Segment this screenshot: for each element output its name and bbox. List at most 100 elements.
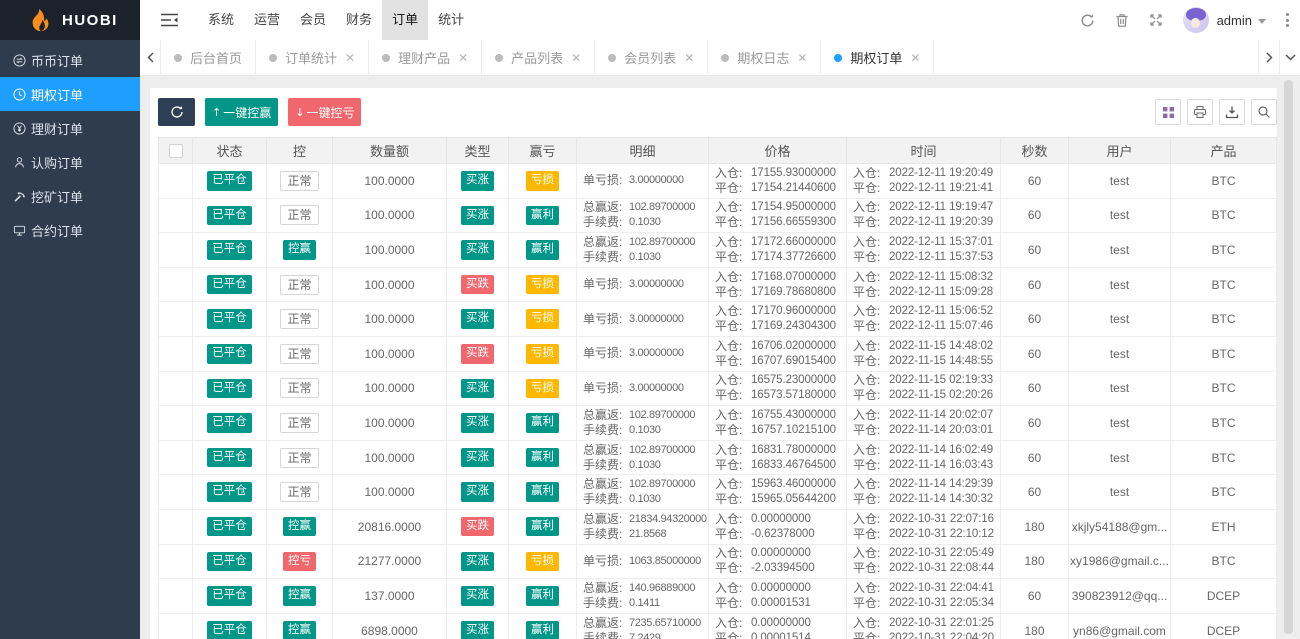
status-badge[interactable]: 已平仓 (207, 447, 252, 468)
tab-6[interactable]: 期权订单 ✕ (821, 40, 935, 75)
col-header-1: 状态 (192, 137, 267, 164)
row-select-cell[interactable] (158, 301, 193, 337)
search-icon[interactable] (1251, 99, 1277, 125)
status-badge[interactable]: 已平仓 (207, 344, 252, 364)
columns-filter-icon[interactable] (1155, 99, 1181, 125)
row-select-cell[interactable] (158, 578, 193, 614)
detail-cell: 总赢返: 102.89700000 手续费: 0.1030 (576, 197, 709, 234)
ctrl-badge[interactable]: 正常 (280, 447, 319, 468)
status-badge[interactable]: 已平仓 (207, 274, 252, 295)
tab-5[interactable]: 期权日志 ✕ (708, 40, 822, 75)
row-select-cell[interactable] (158, 197, 193, 234)
export-icon[interactable] (1219, 99, 1245, 125)
ctrl-badge[interactable]: 控赢 (283, 586, 316, 606)
nav-item-0[interactable]: 系统 (198, 0, 244, 40)
row-select-cell[interactable] (158, 335, 193, 372)
detail-label: 总赢返: (583, 234, 623, 249)
force-win-all-button[interactable]: ↑ 一键控赢 (205, 98, 279, 126)
nav-item-2[interactable]: 会员 (290, 0, 336, 40)
ctrl-badge[interactable]: 正常 (280, 205, 319, 226)
ctrl-cell: 正常 (266, 163, 333, 199)
nav-item-4[interactable]: 订单 (382, 0, 429, 40)
status-badge[interactable]: 已平仓 (207, 378, 252, 399)
sidebar-item-4[interactable]: 挖矿订单 (0, 179, 140, 213)
row-select-cell[interactable] (158, 163, 193, 199)
status-badge[interactable]: 已平仓 (207, 586, 252, 606)
select-all-checkbox[interactable] (168, 143, 183, 158)
page-scrollbar[interactable] (1284, 77, 1293, 639)
ctrl-badge[interactable]: 正常 (280, 412, 319, 433)
ctrl-badge[interactable]: 控亏 (283, 551, 316, 572)
fullscreen-icon[interactable] (1139, 0, 1173, 40)
result-cell: 赢利 (508, 612, 577, 639)
close-icon[interactable]: ✕ (797, 51, 807, 65)
admin-username[interactable]: admin (1217, 13, 1252, 28)
ctrl-badge[interactable]: 正常 (280, 274, 319, 295)
ctrl-badge[interactable]: 正常 (280, 482, 319, 503)
close-icon[interactable]: ✕ (910, 51, 920, 65)
tab-3[interactable]: 产品列表 ✕ (482, 40, 596, 75)
row-select-cell[interactable] (158, 474, 193, 510)
tabs-scroll-left-icon[interactable] (140, 40, 161, 75)
sidebar-item-2[interactable]: 理财订单 (0, 111, 140, 145)
nav-item-1[interactable]: 运营 (244, 0, 290, 40)
row-select-cell[interactable] (158, 439, 193, 476)
row-select-cell[interactable] (158, 232, 193, 268)
status-badge[interactable]: 已平仓 (207, 551, 252, 572)
row-select-cell[interactable] (158, 405, 193, 441)
ctrl-badge[interactable]: 控赢 (283, 516, 316, 537)
scrollbar-thumb[interactable] (1284, 80, 1293, 634)
ctrl-badge[interactable]: 控赢 (283, 240, 316, 260)
tab-2[interactable]: 理财产品 ✕ (369, 40, 483, 75)
result-badge: 赢利 (526, 413, 559, 433)
ctrl-badge[interactable]: 正常 (280, 170, 319, 191)
product-cell: BTC (1170, 335, 1277, 372)
tab-4[interactable]: 会员列表 ✕ (595, 40, 709, 75)
tab-1[interactable]: 订单统计 ✕ (256, 40, 370, 75)
status-badge[interactable]: 已平仓 (207, 620, 252, 639)
nav-item-3[interactable]: 财务 (336, 0, 382, 40)
close-icon[interactable]: ✕ (458, 51, 468, 65)
tab-0[interactable]: 后台首页 (161, 40, 257, 75)
close-icon[interactable]: ✕ (684, 51, 694, 65)
row-select-cell[interactable] (158, 266, 193, 303)
trash-icon[interactable] (1105, 0, 1139, 40)
status-badge[interactable]: 已平仓 (207, 413, 252, 433)
nav-item-5[interactable]: 统计 (428, 0, 474, 40)
row-select-cell[interactable] (158, 612, 193, 639)
status-badge[interactable]: 已平仓 (207, 205, 252, 226)
status-badge[interactable]: 已平仓 (207, 482, 252, 502)
ctrl-badge[interactable]: 正常 (280, 343, 319, 364)
refresh-table-button[interactable] (158, 98, 195, 126)
sidebar-item-5[interactable]: 合约订单 (0, 213, 140, 247)
more-menu-icon[interactable] (1274, 0, 1300, 40)
status-badge[interactable]: 已平仓 (207, 516, 252, 537)
close-icon[interactable]: ✕ (345, 51, 355, 65)
brand[interactable]: HUOBI (0, 0, 140, 40)
print-icon[interactable] (1187, 99, 1213, 125)
force-lose-all-button[interactable]: ↓ 一键控亏 (288, 98, 362, 126)
row-select-cell[interactable] (158, 370, 193, 407)
ctrl-badge[interactable]: 控赢 (283, 620, 316, 639)
exchange-icon (13, 53, 26, 67)
collapse-sidebar-icon[interactable] (140, 0, 198, 40)
row-select-cell[interactable] (158, 508, 193, 545)
avatar[interactable] (1182, 7, 1209, 33)
status-badge[interactable]: 已平仓 (207, 309, 252, 329)
ctrl-badge[interactable]: 正常 (280, 309, 319, 330)
status-badge[interactable]: 已平仓 (207, 171, 252, 191)
seconds-cell: 60 (1000, 370, 1069, 407)
status-cell: 已平仓 (192, 543, 267, 580)
refresh-icon[interactable] (1071, 0, 1105, 40)
price-cell: 入仓: 16755.43000000 平仓: 16757.10215100 (708, 405, 847, 441)
status-badge[interactable]: 已平仓 (207, 240, 252, 260)
sidebar-item-3[interactable]: 认购订单 (0, 145, 140, 179)
ctrl-badge[interactable]: 正常 (280, 378, 319, 399)
row-select-cell[interactable] (158, 543, 193, 580)
sidebar-item-0[interactable]: 币币订单 (0, 43, 140, 77)
tabs-scroll-right-icon[interactable] (1258, 40, 1279, 75)
sidebar-item-1[interactable]: 期权订单 (0, 77, 140, 111)
close-icon[interactable]: ✕ (571, 51, 581, 65)
tabs-menu-icon[interactable] (1279, 40, 1300, 75)
col-header-8: 时间 (846, 137, 1001, 164)
